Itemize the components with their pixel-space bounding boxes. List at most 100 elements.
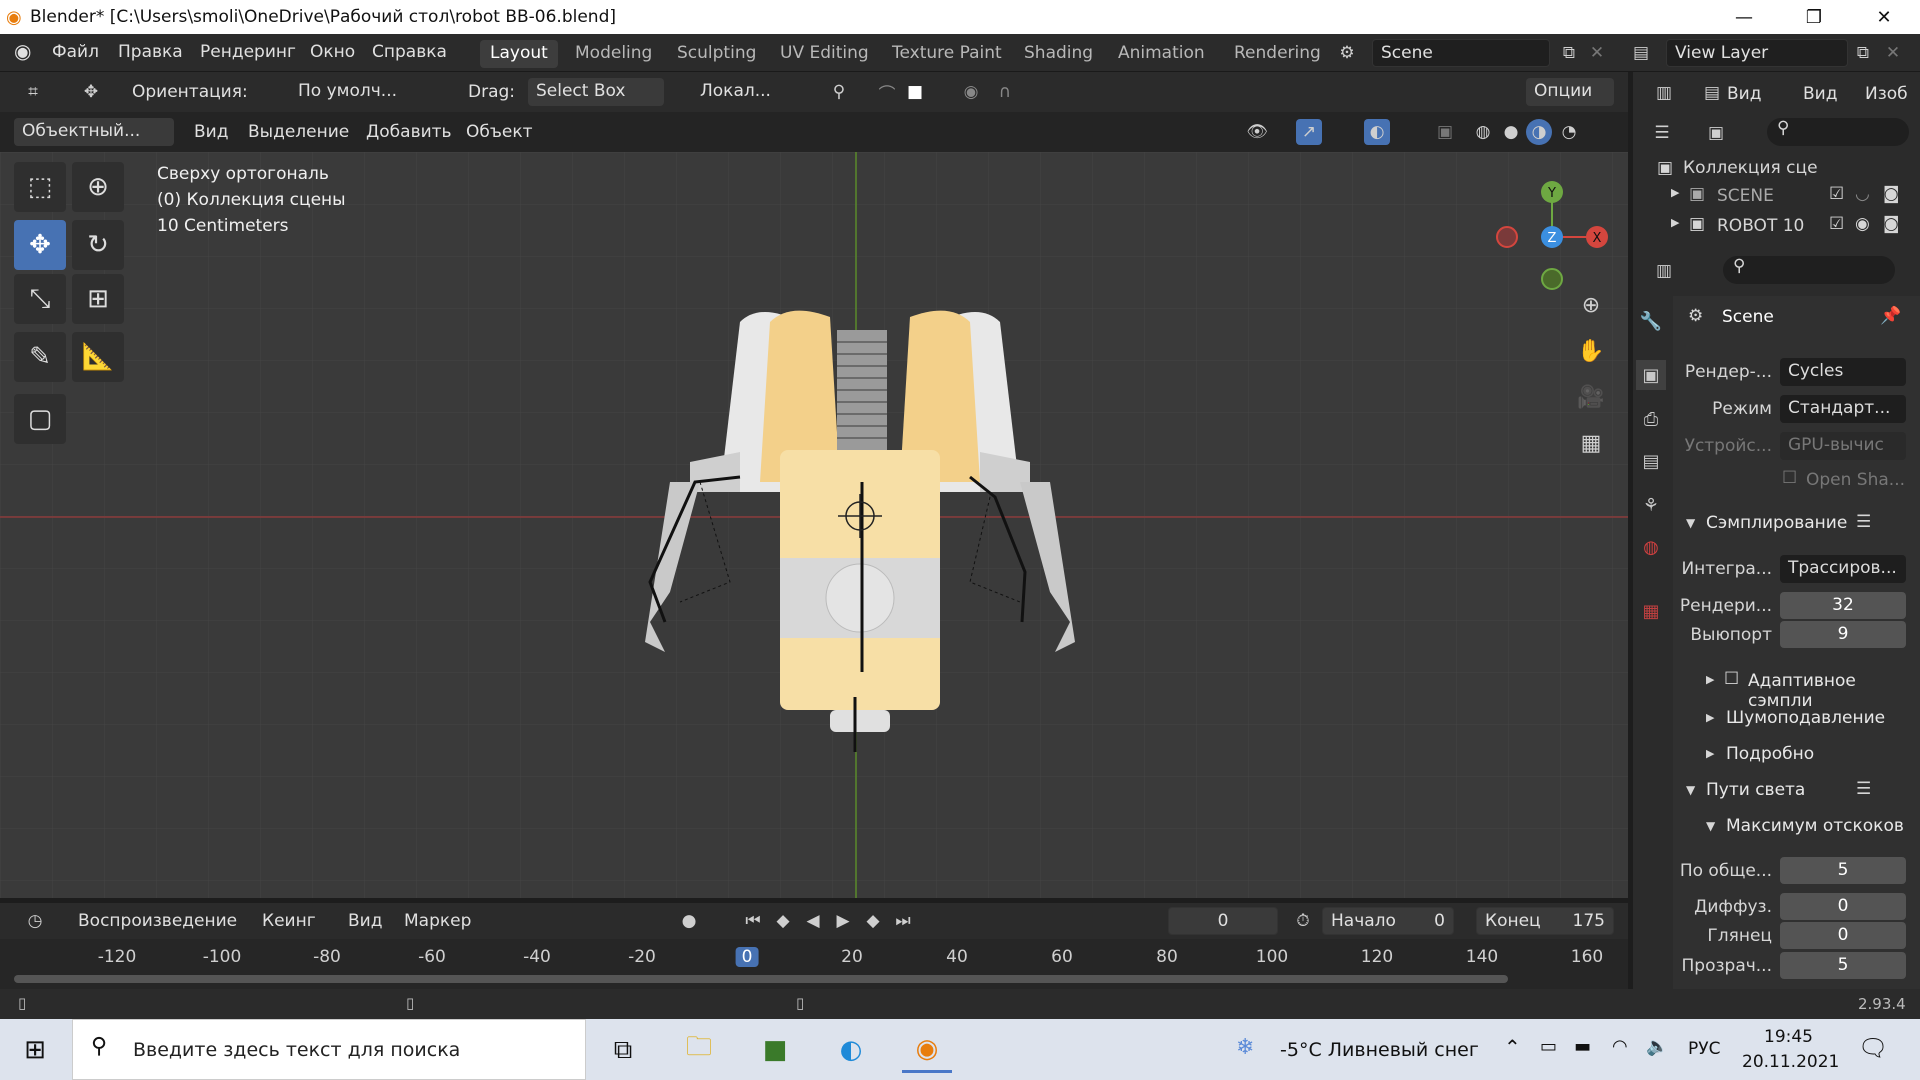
tab-shading[interactable]: Shading [1014,40,1103,68]
stopwatch-icon[interactable]: ⏱ [1290,908,1316,934]
render-samples-field[interactable]: 32 [1780,592,1906,619]
overlay-toggle-icon[interactable]: ◐ [1364,119,1390,145]
tray-chevron-icon[interactable]: ⌃ [1504,1035,1521,1059]
list-icon[interactable]: ☰ [1856,779,1871,799]
expand-icon[interactable]: ▶ [1706,747,1714,760]
camera-view-icon[interactable]: 🎥 [1577,384,1604,410]
clock-time[interactable]: 19:45 [1764,1027,1813,1047]
expand-icon[interactable]: ▶ [1671,216,1679,229]
max-bounces-section[interactable]: Максимум отскоков [1726,816,1904,836]
tab-layout[interactable]: Layout [480,40,558,68]
volume-icon[interactable]: 🔈 [1646,1036,1668,1057]
edge-browser-icon[interactable]: ◐ [826,1027,876,1073]
new-scene-icon[interactable]: ⧉ [1556,40,1582,66]
blender-taskbar-icon[interactable]: ◉ [902,1027,952,1073]
play-reverse-icon[interactable]: ◀ [800,908,826,934]
start-frame-field[interactable]: Начало 0 [1322,907,1454,935]
menu-help[interactable]: Справка [372,42,447,62]
file-explorer-icon[interactable]: 🗀 [674,1027,724,1073]
expand-icon[interactable]: ▶ [1706,673,1714,686]
snap-toggle-icon[interactable]: ⌒ [874,79,900,105]
menu-edit[interactable]: Правка [118,42,183,62]
options-dropdown[interactable]: Опции [1526,78,1614,106]
taskbar-search-input[interactable]: ⚲ Введите здесь текст для поиска [72,1019,586,1080]
tab-texture-paint[interactable]: Texture Paint [882,40,1012,68]
prev-keyframe-icon[interactable]: ◆ [770,908,796,934]
view-layer-tab-icon[interactable]: ▤ [1636,446,1666,476]
light-paths-section[interactable]: Пути света [1706,780,1805,800]
open-shading-checkbox[interactable]: ☐ [1782,468,1797,488]
outliner-search-input[interactable]: ⚲ [1767,118,1909,146]
timeline-view-menu[interactable]: Вид [348,911,382,931]
keying-menu[interactable]: Кеинг [262,911,316,931]
display-mode-icon[interactable]: ▤ [1699,80,1725,106]
pan-hand-icon[interactable]: ✋ [1577,338,1604,364]
outliner-display-icon[interactable]: ▣ [1703,120,1729,146]
outliner-view-menu[interactable]: Вид [1727,84,1761,104]
rotate-tool-icon[interactable]: ↻ [72,220,124,270]
move-tool-button-icon[interactable]: ✥ [14,220,66,270]
camera-icon[interactable]: ◙ [1883,184,1900,204]
annotate-tool-icon[interactable]: ✎ [14,332,66,382]
tab-animation[interactable]: Animation [1108,40,1215,68]
jump-end-icon[interactable]: ⏭ [890,908,916,934]
play-icon[interactable]: ▶ [830,908,856,934]
visibility-icon[interactable]: 👁 [1244,119,1270,145]
cursor-tool-icon[interactable]: ⊕ [72,162,124,212]
menu-window[interactable]: Окно [310,42,355,62]
tray-device-icon[interactable]: ▭ [1540,1036,1557,1057]
close-button[interactable]: ✕ [1856,0,1912,34]
sampling-section[interactable]: Сэмплирование [1706,513,1847,533]
xray-icon[interactable]: ▣ [1432,119,1458,145]
texture-tab-icon[interactable]: ▦ [1636,596,1666,626]
ortho-grid-icon[interactable]: ▦ [1578,430,1604,456]
checkbox-icon[interactable]: ☑ [1829,214,1844,234]
pin-icon[interactable]: 📌 [1880,306,1901,326]
current-frame-field[interactable]: 0 [1168,907,1278,935]
filter-icon[interactable]: ☰ [1649,120,1675,146]
glossy-bounces-field[interactable]: 0 [1780,922,1906,949]
outliner-root[interactable]: Коллекция сце [1683,158,1818,178]
list-icon[interactable]: ☰ [1856,512,1871,532]
properties-editor-icon[interactable]: ▥ [1651,258,1677,284]
tab-sculpting[interactable]: Sculpting [667,40,766,68]
integrator-dropdown[interactable]: Трассиров... [1780,555,1906,583]
denoising-section[interactable]: Шумоподавление [1726,708,1885,728]
task-view-icon[interactable]: ⧉ [598,1027,648,1073]
checkbox-icon[interactable]: ☑ [1829,184,1844,204]
collapse-icon[interactable]: ▼ [1686,783,1695,797]
eye-icon[interactable]: ◉ [1855,214,1870,234]
delete-scene-icon[interactable]: ✕ [1584,40,1610,66]
menu-view[interactable]: Вид [194,122,228,142]
weather-text[interactable]: -5°C Ливневый снег [1280,1039,1479,1061]
menu-file[interactable]: Файл [52,42,99,62]
drag-dropdown[interactable]: Select Box [528,78,664,106]
render-engine-dropdown[interactable]: Cycles [1780,358,1906,386]
solid-shading-icon[interactable]: ● [1498,119,1524,145]
marker-menu[interactable]: Маркер [404,911,471,931]
3d-viewport[interactable]: Сверху ортогональ (0) Коллекция сцены 10… [0,152,1628,898]
language-indicator[interactable]: РУС [1688,1039,1720,1059]
world-tab-icon[interactable]: ◍ [1636,532,1666,562]
menu-select[interactable]: Выделение [248,122,349,142]
proportional-icon[interactable]: ◉ [958,79,984,105]
tab-uv-editing[interactable]: UV Editing [770,40,879,68]
outliner-editor-icon[interactable]: ▥ [1651,80,1677,106]
wifi-icon[interactable]: ◠ [1612,1036,1628,1057]
menu-add[interactable]: Добавить [366,122,452,142]
menu-render[interactable]: Рендеринг [200,42,296,62]
add-cube-tool-icon[interactable]: ▢ [14,394,66,444]
tool-tab-icon[interactable]: 🔧 [1636,306,1666,336]
scene-tab-icon[interactable]: ⚘ [1636,490,1666,520]
transparency-bounces-field[interactable]: 5 [1780,952,1906,979]
scene-icon[interactable]: ⚙ [1334,40,1360,66]
orientation-dropdown[interactable]: По умолч... [290,78,438,106]
total-bounces-field[interactable]: 5 [1780,857,1906,884]
record-icon[interactable]: ● [676,908,702,934]
battery-icon[interactable]: ▬ [1574,1036,1591,1057]
timeline-area[interactable]: -120 -100 -80 -60 -40 -20 0 20 40 60 80 … [0,939,1628,989]
outliner-item-scene[interactable]: SCENE [1717,186,1774,206]
viewlayer-icon[interactable]: ▤ [1628,40,1654,66]
snap-icon[interactable]: ⚲ [826,79,852,105]
expand-icon[interactable]: ▶ [1706,711,1714,724]
